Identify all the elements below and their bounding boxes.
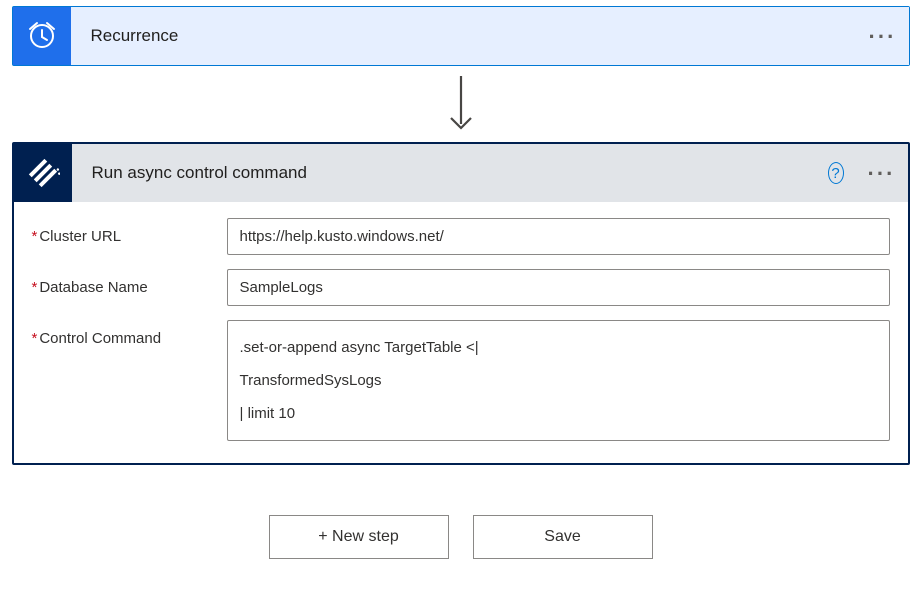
help-button[interactable]: ? [816, 153, 856, 193]
input-database-name[interactable] [227, 269, 890, 306]
label-cluster-url: *Cluster URL [32, 218, 227, 245]
input-control-command[interactable] [227, 320, 890, 441]
action-card-run-async-control-command: Run async control command ? ··· *Cluster… [12, 142, 910, 465]
ellipsis-icon: ··· [868, 168, 896, 179]
trigger-card-recurrence[interactable]: Recurrence ··· [12, 6, 910, 66]
action-title: Run async control command [72, 163, 307, 183]
ellipsis-icon: ··· [869, 31, 897, 42]
footer-buttons: + New step Save [12, 515, 910, 559]
form-row-cluster-url: *Cluster URL [32, 218, 890, 255]
label-control-command: *Control Command [32, 320, 227, 347]
action-header[interactable]: Run async control command ? ··· [14, 144, 908, 202]
connector-arrow [12, 66, 910, 142]
form-row-control-command: *Control Command [32, 320, 890, 445]
trigger-more-button[interactable]: ··· [857, 16, 909, 56]
clock-icon [13, 7, 71, 65]
trigger-header: Recurrence ··· [13, 7, 909, 65]
save-button[interactable]: Save [473, 515, 653, 559]
action-body: *Cluster URL *Database Name *Control Com… [14, 202, 908, 463]
action-more-button[interactable]: ··· [856, 153, 908, 193]
new-step-button[interactable]: + New step [269, 515, 449, 559]
kusto-icon [14, 144, 72, 202]
label-database-name: *Database Name [32, 269, 227, 296]
trigger-title: Recurrence [71, 26, 179, 46]
input-cluster-url[interactable] [227, 218, 890, 255]
form-row-database-name: *Database Name [32, 269, 890, 306]
help-icon: ? [828, 162, 844, 184]
